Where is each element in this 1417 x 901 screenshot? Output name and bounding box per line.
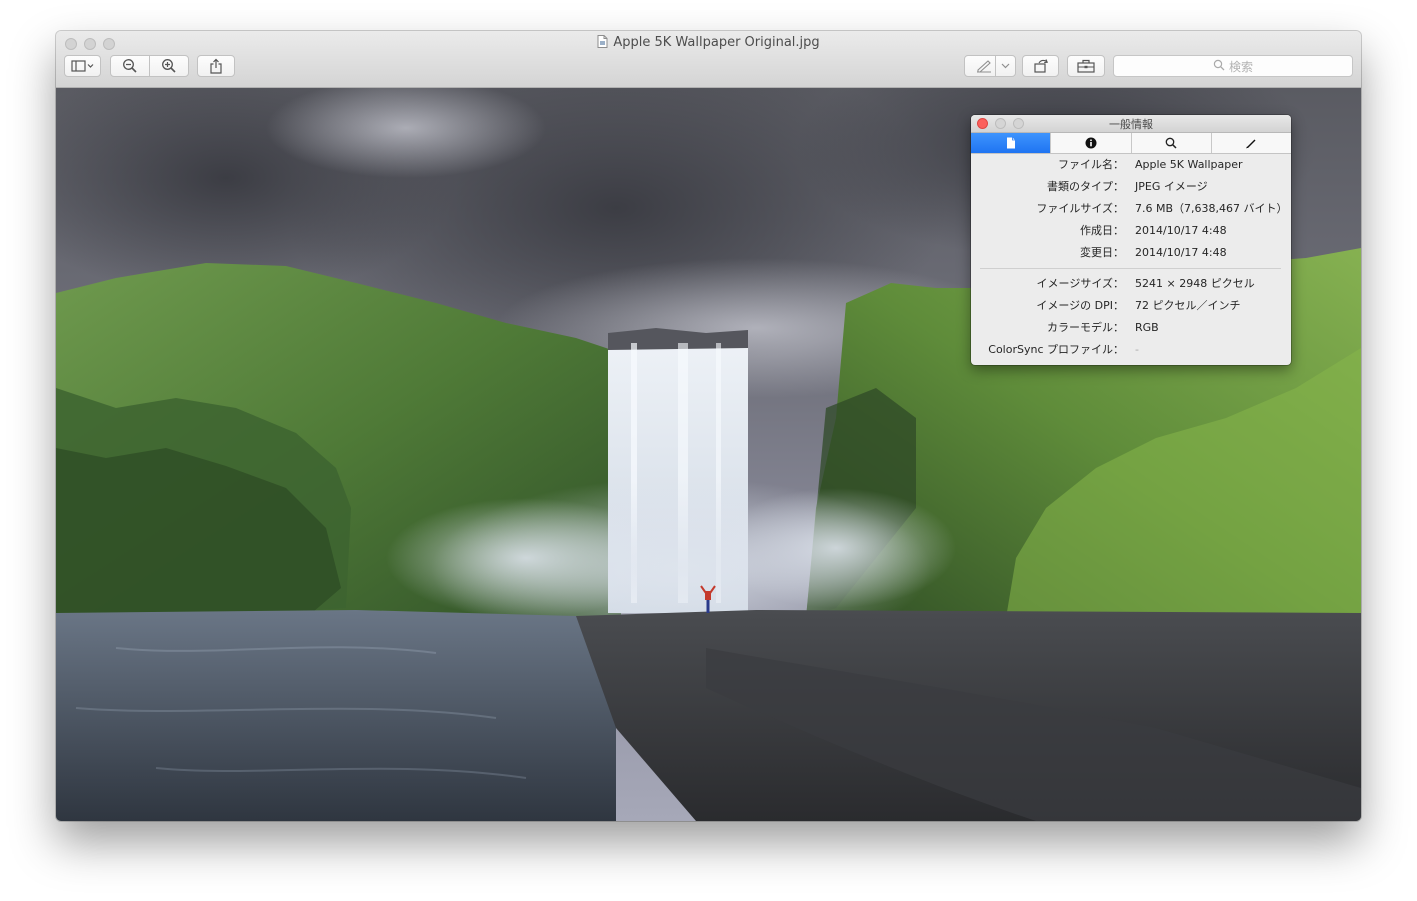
section-divider	[980, 268, 1281, 269]
markup-menu-button[interactable]	[995, 55, 1016, 77]
info-value: JPEG イメージ	[1135, 180, 1208, 193]
info-value: 72 ピクセル／インチ	[1135, 299, 1241, 312]
info-value: 5241 × 2948 ピクセル	[1135, 277, 1255, 290]
tab-annotations[interactable]	[1212, 133, 1291, 153]
inspector-title: 一般情報	[1109, 118, 1153, 131]
info-label: イメージの DPI：	[1036, 299, 1124, 312]
rotate-icon	[1033, 59, 1049, 73]
info-label: ファイル名：	[1058, 158, 1124, 171]
info-row-file-name: ファイル名： Apple 5K Wallpaper	[971, 154, 1291, 176]
info-row-image-size: イメージサイズ： 5241 × 2948 ピクセル	[971, 273, 1291, 295]
info-value: 7.6 MB（7,638,467 バイト）	[1135, 202, 1288, 215]
share-button[interactable]	[197, 55, 235, 77]
info-label: カラーモデル：	[1047, 321, 1124, 334]
zoom-out-button[interactable]	[110, 55, 150, 77]
zoom-in-icon	[161, 58, 177, 74]
inspector-title-bar: 一般情報	[971, 115, 1291, 133]
sidebar-toggle-button[interactable]	[64, 55, 101, 77]
search-icon	[1213, 59, 1229, 74]
tab-more-info[interactable]	[1051, 133, 1132, 153]
pen-icon	[975, 59, 993, 73]
info-value: -	[1135, 343, 1139, 356]
zoom-out-icon	[122, 58, 138, 74]
info-value: RGB	[1135, 321, 1159, 334]
info-value: 2014/10/17 4:48	[1135, 246, 1227, 259]
pencil-icon	[1245, 134, 1257, 153]
share-icon	[209, 58, 223, 74]
magnifier-icon	[1165, 134, 1177, 153]
info-label: 変更日：	[1080, 246, 1124, 259]
toolbox-icon	[1077, 59, 1095, 73]
tab-general[interactable]	[971, 133, 1052, 153]
info-label: イメージサイズ：	[1036, 277, 1124, 290]
search-field[interactable]: 検索	[1113, 55, 1353, 77]
window-title: Apple 5K Wallpaper Original.jpg	[613, 35, 820, 50]
info-row-image-dpi: イメージの DPI： 72 ピクセル／インチ	[971, 295, 1291, 317]
jpeg-document-icon	[597, 35, 608, 52]
info-row-file-size: ファイルサイズ： 7.6 MB（7,638,467 バイト）	[971, 198, 1291, 220]
rotate-button[interactable]	[1022, 55, 1059, 77]
inspector-tabs	[971, 133, 1291, 154]
info-label: 作成日：	[1080, 224, 1124, 237]
inspector-panel: 一般情報 ファイル名： Apple 5K Wallpaper 書類のタイプ： J…	[971, 115, 1291, 365]
info-value: 2014/10/17 4:48	[1135, 224, 1227, 237]
info-row-created: 作成日： 2014/10/17 4:48	[971, 220, 1291, 242]
title-bar: Apple 5K Wallpaper Original.jpg 検索	[56, 31, 1361, 88]
info-icon	[1085, 134, 1097, 153]
info-row-modified: 変更日： 2014/10/17 4:48	[971, 242, 1291, 264]
zoom-in-button[interactable]	[149, 55, 189, 77]
info-value: Apple 5K Wallpaper	[1135, 158, 1243, 171]
chevron-down-icon	[1001, 63, 1010, 69]
document-icon	[1006, 134, 1016, 153]
info-label: ColorSync プロファイル：	[988, 343, 1124, 356]
info-label: ファイルサイズ：	[1036, 202, 1124, 215]
info-row-colorsync-profile: ColorSync プロファイル： -	[971, 339, 1291, 361]
search-placeholder: 検索	[1228, 59, 1253, 74]
toolbox-button[interactable]	[1067, 55, 1105, 77]
window-title-area: Apple 5K Wallpaper Original.jpg	[56, 35, 1361, 52]
sidebar-icon	[70, 60, 95, 72]
tab-keywords[interactable]	[1132, 133, 1212, 153]
info-row-document-type: 書類のタイプ： JPEG イメージ	[971, 176, 1291, 198]
info-label: 書類のタイプ：	[1047, 180, 1124, 193]
info-row-color-model: カラーモデル： RGB	[971, 317, 1291, 339]
